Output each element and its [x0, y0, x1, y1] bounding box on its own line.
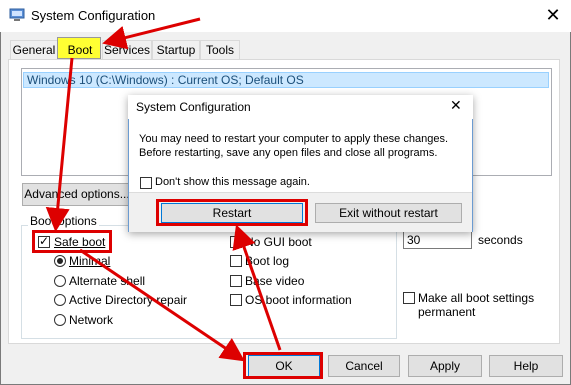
arrow-to-ok [79, 248, 245, 362]
arrow-to-safe-boot [45, 57, 74, 232]
annotation-arrows [45, 17, 282, 362]
arrow-to-boot-tab [102, 17, 201, 50]
arrow-to-restart [232, 224, 282, 351]
